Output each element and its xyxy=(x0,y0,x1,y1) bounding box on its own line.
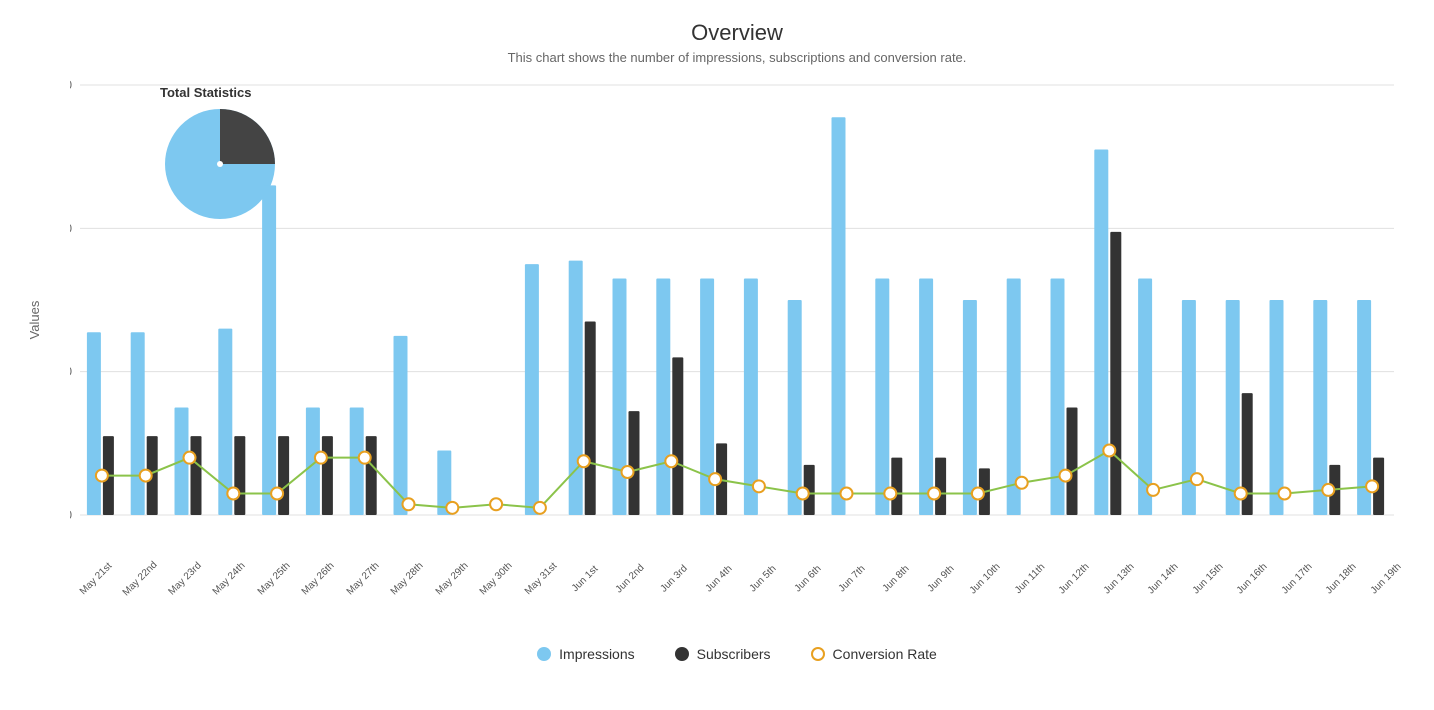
legend-subscribers-dot xyxy=(675,647,689,661)
chart-title: Overview xyxy=(70,20,1404,46)
x-tick-label: May 25th xyxy=(254,559,293,598)
x-tick-label: Jun 19th xyxy=(1366,559,1405,598)
x-tick-label: Jun 18th xyxy=(1322,559,1361,598)
x-tick-label: May 30th xyxy=(477,559,516,598)
x-tick-label: Jun 17th xyxy=(1277,559,1316,598)
x-tick-label: Jun 5th xyxy=(744,559,783,598)
x-tick-label: May 28th xyxy=(388,559,427,598)
x-tick-label: May 24th xyxy=(210,559,249,598)
legend-conversion-dot xyxy=(811,647,825,661)
svg-text:200: 200 xyxy=(70,365,72,379)
x-tick-label: May 23rd xyxy=(165,559,204,598)
main-chart-svg: 0 200 400 600 xyxy=(70,75,1404,565)
svg-text:600: 600 xyxy=(70,78,72,92)
x-tick-label: Jun 2nd xyxy=(610,559,649,598)
x-tick-label: Jun 10th xyxy=(966,559,1005,598)
x-tick-label: Jun 4th xyxy=(699,559,738,598)
chart-subtitle: This chart shows the number of impressio… xyxy=(70,50,1404,65)
legend-subscribers: Subscribers xyxy=(675,646,771,662)
x-tick-label: May 29th xyxy=(432,559,471,598)
chart-container: Overview This chart shows the number of … xyxy=(0,0,1434,710)
y-axis-label: Values xyxy=(27,301,42,340)
x-tick-label: May 21st xyxy=(77,559,116,598)
x-tick-label: May 22nd xyxy=(121,559,160,598)
x-tick-label: Jun 9th xyxy=(921,559,960,598)
x-tick-label: Jun 8th xyxy=(877,559,916,598)
x-tick-label: Jun 1st xyxy=(566,559,605,598)
svg-text:0: 0 xyxy=(70,508,72,522)
x-axis: May 21stMay 22ndMay 23rdMay 24thMay 25th… xyxy=(70,567,1404,586)
chart-legend: Impressions Subscribers Conversion Rate xyxy=(70,646,1404,662)
x-tick-label: Jun 16th xyxy=(1233,559,1272,598)
x-tick-label: May 26th xyxy=(299,559,338,598)
legend-conversion-rate: Conversion Rate xyxy=(811,646,937,662)
legend-subscribers-label: Subscribers xyxy=(697,646,771,662)
x-tick-label: Jun 13th xyxy=(1099,559,1138,598)
legend-impressions: Impressions xyxy=(537,646,634,662)
legend-conversion-label: Conversion Rate xyxy=(833,646,937,662)
legend-impressions-label: Impressions xyxy=(559,646,634,662)
x-tick-label: Jun 12th xyxy=(1055,559,1094,598)
x-tick-label: Jun 15th xyxy=(1188,559,1227,598)
x-tick-label: Jun 7th xyxy=(832,559,871,598)
x-tick-label: Jun 3rd xyxy=(655,559,694,598)
svg-text:400: 400 xyxy=(70,221,72,235)
x-tick-label: Jun 6th xyxy=(788,559,827,598)
x-tick-label: May 27th xyxy=(343,559,382,598)
x-tick-label: Jun 11th xyxy=(1010,559,1049,598)
x-tick-label: Jun 14th xyxy=(1144,559,1183,598)
legend-impressions-dot xyxy=(537,647,551,661)
x-tick-label: May 31st xyxy=(521,559,560,598)
